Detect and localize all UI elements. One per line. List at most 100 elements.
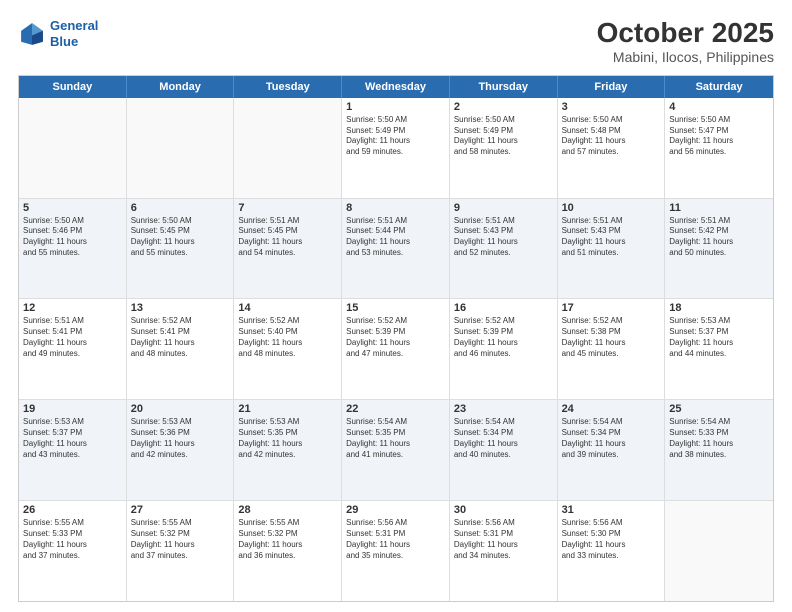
day-number: 4	[669, 101, 769, 113]
calendar-cell: 26Sunrise: 5:55 AMSunset: 5:33 PMDayligh…	[19, 501, 127, 601]
cell-info: Sunrise: 5:51 AMSunset: 5:41 PMDaylight:…	[23, 316, 122, 359]
day-number: 29	[346, 504, 445, 516]
logo-icon	[18, 20, 46, 48]
cell-info: Sunrise: 5:52 AMSunset: 5:39 PMDaylight:…	[346, 316, 445, 359]
weekday-header: Friday	[558, 76, 666, 98]
cell-info: Sunrise: 5:55 AMSunset: 5:32 PMDaylight:…	[131, 518, 230, 561]
weekday-header: Wednesday	[342, 76, 450, 98]
day-number: 25	[669, 403, 769, 415]
calendar-cell: 9Sunrise: 5:51 AMSunset: 5:43 PMDaylight…	[450, 199, 558, 299]
cell-info: Sunrise: 5:50 AMSunset: 5:45 PMDaylight:…	[131, 216, 230, 259]
day-number: 16	[454, 302, 553, 314]
cell-info: Sunrise: 5:51 AMSunset: 5:45 PMDaylight:…	[238, 216, 337, 259]
cell-info: Sunrise: 5:53 AMSunset: 5:37 PMDaylight:…	[23, 417, 122, 460]
calendar-row: 1 Sunrise: 5:50 AMSunset: 5:49 PMDaylight…	[19, 98, 773, 199]
empty-cell	[665, 501, 773, 601]
day-number: 22	[346, 403, 445, 415]
calendar-cell: 5Sunrise: 5:50 AMSunset: 5:46 PMDaylight…	[19, 199, 127, 299]
cell-info: Sunrise: 5:50 AMSunset: 5:49 PMDaylight:…	[454, 115, 553, 158]
calendar-cell: 19 Sunrise: 5:53 AMSunset: 5:37 PMDayligh…	[19, 400, 127, 500]
calendar-cell: 21 Sunrise: 5:53 AMSunset: 5:35 PMDayligh…	[234, 400, 342, 500]
calendar-cell: 22 Sunrise: 5:54 AMSunset: 5:35 PMDayligh…	[342, 400, 450, 500]
cell-info: Sunrise: 5:55 AMSunset: 5:32 PMDaylight:…	[238, 518, 337, 561]
day-number: 30	[454, 504, 553, 516]
calendar-row: 5Sunrise: 5:50 AMSunset: 5:46 PMDaylight…	[19, 199, 773, 300]
day-number: 20	[131, 403, 230, 415]
calendar-cell: 17 Sunrise: 5:52 AMSunset: 5:38 PMDayligh…	[558, 299, 666, 399]
calendar-cell: 25 Sunrise: 5:54 AMSunset: 5:33 PMDayligh…	[665, 400, 773, 500]
cell-info: Sunrise: 5:52 AMSunset: 5:38 PMDaylight:…	[562, 316, 661, 359]
cell-info: Sunrise: 5:56 AMSunset: 5:30 PMDaylight:…	[562, 518, 661, 561]
cell-info: Sunrise: 5:50 AMSunset: 5:49 PMDaylight:…	[346, 115, 445, 158]
title-block: October 2025 Mabini, Ilocos, Philippines	[597, 18, 774, 65]
day-number: 21	[238, 403, 337, 415]
day-number: 8	[346, 202, 445, 214]
cell-info: Sunrise: 5:53 AMSunset: 5:36 PMDaylight:…	[131, 417, 230, 460]
logo-text: General Blue	[50, 18, 98, 49]
weekday-header: Monday	[127, 76, 235, 98]
calendar-cell: 14 Sunrise: 5:52 AMSunset: 5:40 PMDayligh…	[234, 299, 342, 399]
weekday-header: Saturday	[665, 76, 773, 98]
cell-info: Sunrise: 5:51 AMSunset: 5:44 PMDaylight:…	[346, 216, 445, 259]
calendar-cell: 20 Sunrise: 5:53 AMSunset: 5:36 PMDayligh…	[127, 400, 235, 500]
calendar-cell: 27 Sunrise: 5:55 AMSunset: 5:32 PMDayligh…	[127, 501, 235, 601]
empty-cell	[19, 98, 127, 198]
day-number: 10	[562, 202, 661, 214]
calendar-row: 26Sunrise: 5:55 AMSunset: 5:33 PMDayligh…	[19, 501, 773, 601]
day-number: 24	[562, 403, 661, 415]
cell-info: Sunrise: 5:50 AMSunset: 5:46 PMDaylight:…	[23, 216, 122, 259]
day-number: 19	[23, 403, 122, 415]
logo: General Blue	[18, 18, 98, 49]
day-number: 14	[238, 302, 337, 314]
calendar-cell: 11 Sunrise: 5:51 AMSunset: 5:42 PMDayligh…	[665, 199, 773, 299]
day-number: 3	[562, 101, 661, 113]
calendar-row: 19 Sunrise: 5:53 AMSunset: 5:37 PMDayligh…	[19, 400, 773, 501]
day-number: 26	[23, 504, 122, 516]
cell-info: Sunrise: 5:52 AMSunset: 5:39 PMDaylight:…	[454, 316, 553, 359]
day-number: 31	[562, 504, 661, 516]
calendar: SundayMondayTuesdayWednesdayThursdayFrid…	[18, 75, 774, 602]
day-number: 6	[131, 202, 230, 214]
cell-info: Sunrise: 5:53 AMSunset: 5:37 PMDaylight:…	[669, 316, 769, 359]
calendar-cell: 1 Sunrise: 5:50 AMSunset: 5:49 PMDaylight…	[342, 98, 450, 198]
calendar-cell: 12 Sunrise: 5:51 AMSunset: 5:41 PMDayligh…	[19, 299, 127, 399]
day-number: 18	[669, 302, 769, 314]
calendar-cell: 6 Sunrise: 5:50 AMSunset: 5:45 PMDaylight…	[127, 199, 235, 299]
calendar-cell: 3Sunrise: 5:50 AMSunset: 5:48 PMDaylight…	[558, 98, 666, 198]
day-number: 7	[238, 202, 337, 214]
calendar-cell: 23Sunrise: 5:54 AMSunset: 5:34 PMDayligh…	[450, 400, 558, 500]
cell-info: Sunrise: 5:51 AMSunset: 5:43 PMDaylight:…	[454, 216, 553, 259]
day-number: 12	[23, 302, 122, 314]
calendar-cell: 7 Sunrise: 5:51 AMSunset: 5:45 PMDaylight…	[234, 199, 342, 299]
calendar-cell: 16 Sunrise: 5:52 AMSunset: 5:39 PMDayligh…	[450, 299, 558, 399]
cell-info: Sunrise: 5:53 AMSunset: 5:35 PMDaylight:…	[238, 417, 337, 460]
day-number: 13	[131, 302, 230, 314]
day-number: 2	[454, 101, 553, 113]
cell-info: Sunrise: 5:52 AMSunset: 5:40 PMDaylight:…	[238, 316, 337, 359]
cell-info: Sunrise: 5:56 AMSunset: 5:31 PMDaylight:…	[454, 518, 553, 561]
calendar-subtitle: Mabini, Ilocos, Philippines	[597, 49, 774, 65]
day-number: 23	[454, 403, 553, 415]
cell-info: Sunrise: 5:51 AMSunset: 5:42 PMDaylight:…	[669, 216, 769, 259]
day-number: 15	[346, 302, 445, 314]
cell-info: Sunrise: 5:52 AMSunset: 5:41 PMDaylight:…	[131, 316, 230, 359]
cell-info: Sunrise: 5:56 AMSunset: 5:31 PMDaylight:…	[346, 518, 445, 561]
day-number: 27	[131, 504, 230, 516]
calendar-cell: 24Sunrise: 5:54 AMSunset: 5:34 PMDayligh…	[558, 400, 666, 500]
cell-info: Sunrise: 5:54 AMSunset: 5:35 PMDaylight:…	[346, 417, 445, 460]
calendar-cell: 28Sunrise: 5:55 AMSunset: 5:32 PMDayligh…	[234, 501, 342, 601]
day-number: 11	[669, 202, 769, 214]
header: General Blue October 2025 Mabini, Ilocos…	[18, 18, 774, 65]
calendar-header: SundayMondayTuesdayWednesdayThursdayFrid…	[19, 76, 773, 98]
cell-info: Sunrise: 5:54 AMSunset: 5:33 PMDaylight:…	[669, 417, 769, 460]
calendar-cell: 2 Sunrise: 5:50 AMSunset: 5:49 PMDaylight…	[450, 98, 558, 198]
day-number: 17	[562, 302, 661, 314]
day-number: 1	[346, 101, 445, 113]
weekday-header: Thursday	[450, 76, 558, 98]
calendar-body: 1 Sunrise: 5:50 AMSunset: 5:49 PMDaylight…	[19, 98, 773, 601]
page: General Blue October 2025 Mabini, Ilocos…	[0, 0, 792, 612]
calendar-cell: 18 Sunrise: 5:53 AMSunset: 5:37 PMDayligh…	[665, 299, 773, 399]
calendar-cell: 30 Sunrise: 5:56 AMSunset: 5:31 PMDayligh…	[450, 501, 558, 601]
calendar-cell: 31 Sunrise: 5:56 AMSunset: 5:30 PMDayligh…	[558, 501, 666, 601]
weekday-header: Sunday	[19, 76, 127, 98]
